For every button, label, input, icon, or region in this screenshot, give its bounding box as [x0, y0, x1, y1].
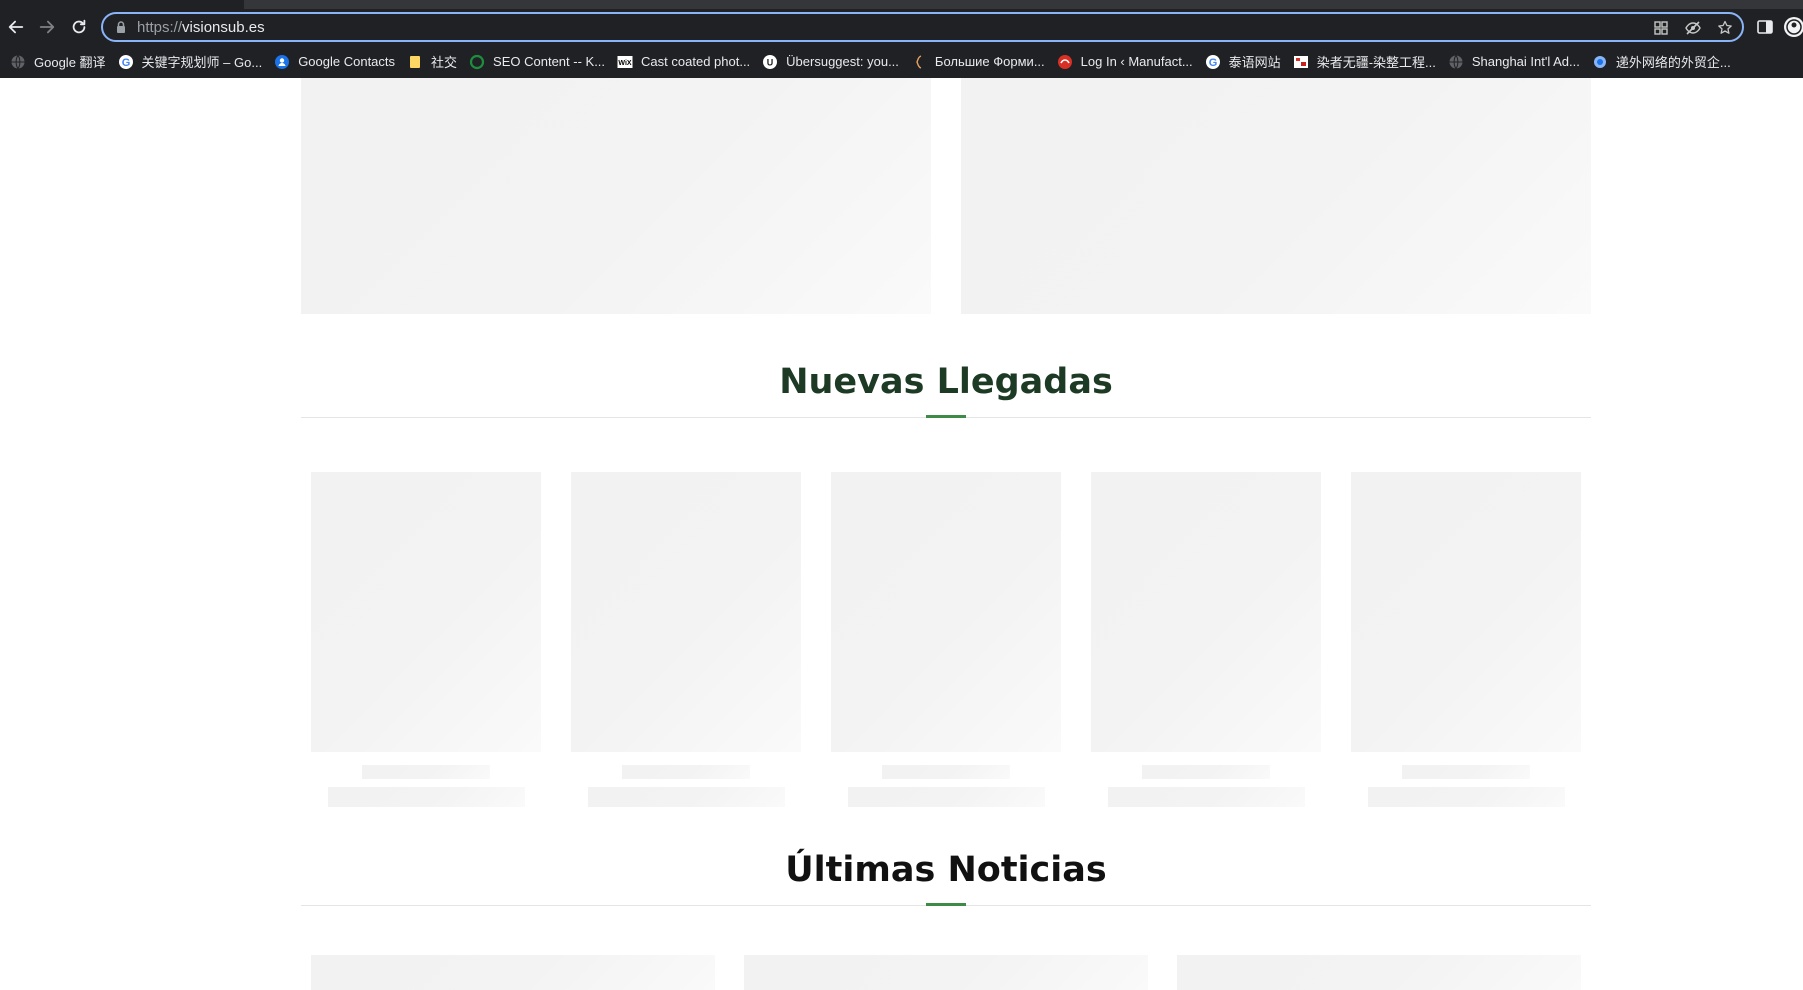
- google-icon: G: [118, 54, 134, 70]
- back-button[interactable]: [6, 17, 26, 37]
- bookmark-label: Cast coated phot...: [641, 54, 751, 69]
- news-card-placeholder[interactable]: [1177, 955, 1581, 990]
- avatar-icon: [1784, 17, 1803, 37]
- bookmark-ubersuggest[interactable]: U Übersuggest: you...: [760, 49, 907, 75]
- banner-placeholder[interactable]: [961, 78, 1591, 314]
- bookmark-foreign-trade[interactable]: 递外网络的外贸企...: [1590, 49, 1739, 75]
- eye-off-icon: [1685, 21, 1701, 35]
- product-card-placeholder[interactable]: [1351, 472, 1581, 812]
- bookmark-label: 染者无疆-染整工程...: [1316, 55, 1436, 70]
- bookmark-label: Google Contacts: [298, 54, 396, 69]
- bookmark-label: Log In ‹ Manufact...: [1080, 54, 1193, 69]
- bookmark-shanghai-intl[interactable]: Shanghai Int'l Ad...: [1446, 49, 1588, 75]
- side-panel-icon: [1757, 20, 1773, 34]
- arrow-right-icon: [39, 20, 55, 34]
- reload-icon: [72, 19, 86, 34]
- shield-globe-icon: [1592, 54, 1608, 70]
- bookmark-cast-coated[interactable]: WiX Cast coated phot...: [615, 49, 758, 75]
- bookmark-google-translate[interactable]: Google 翻译: [8, 49, 114, 75]
- star-icon: [1718, 20, 1732, 34]
- bookmark-label: Google 翻译: [34, 55, 106, 70]
- product-title-placeholder: [882, 765, 1010, 779]
- bookmarks-bar: Google 翻译 G 关键字规划师 – Go... Google Contac…: [0, 45, 1803, 78]
- globe-icon: [10, 54, 26, 70]
- url-text: https://visionsub.es: [137, 19, 265, 36]
- product-title-placeholder: [1402, 765, 1530, 779]
- product-image-placeholder: [311, 472, 541, 752]
- floating-widget-icon[interactable]: [1706, 982, 1803, 990]
- google-icon: G: [1205, 54, 1221, 70]
- news-card-placeholder[interactable]: [744, 955, 1148, 990]
- svg-text:WiX: WiX: [618, 60, 631, 67]
- lock-icon: [117, 21, 125, 33]
- bookmark-dyeing-engineering[interactable]: 染者无疆-染整工程...: [1291, 49, 1444, 75]
- svg-text:G: G: [121, 57, 130, 69]
- manufact-icon: [1057, 54, 1073, 70]
- news-card-placeholder[interactable]: [311, 955, 715, 990]
- product-card-placeholder[interactable]: [311, 472, 541, 812]
- bookmark-google-contacts[interactable]: Google Contacts: [272, 49, 403, 75]
- bookmark-folder-social[interactable]: 社交: [405, 49, 465, 75]
- section-title-latest-news: Últimas Noticias: [785, 850, 1107, 890]
- product-image-placeholder: [1091, 472, 1321, 752]
- product-price-placeholder: [328, 787, 525, 807]
- address-bar[interactable]: https://visionsub.es: [101, 12, 1744, 42]
- browser-chrome: https://visionsub.es Google 翻译 G 关键字规划师 …: [0, 0, 1803, 78]
- folder-icon: [407, 54, 423, 70]
- ring-icon: [469, 54, 485, 70]
- profile-avatar[interactable]: [1783, 16, 1803, 38]
- bookmark-label: SEO Content -- K...: [493, 54, 606, 69]
- section-title-new-arrivals: Nuevas Llegadas: [779, 362, 1113, 402]
- product-price-placeholder: [848, 787, 1045, 807]
- contacts-icon: [274, 54, 290, 70]
- banner-placeholder[interactable]: [301, 78, 931, 314]
- arrow-left-icon: [8, 20, 24, 34]
- bookmark-label: 关键字规划师 – Go...: [141, 55, 263, 70]
- bookmark-login-manufact[interactable]: Log In ‹ Manufact...: [1055, 49, 1201, 75]
- app-grid-icon: [1654, 21, 1668, 35]
- image-icon: [1293, 54, 1309, 70]
- product-title-placeholder: [1142, 765, 1270, 779]
- bookmark-label: Übersuggest: you...: [786, 54, 899, 69]
- product-title-placeholder: [362, 765, 490, 779]
- svg-text:U: U: [767, 57, 774, 67]
- reload-button[interactable]: [69, 17, 89, 37]
- section-accent-bar: [926, 903, 966, 906]
- globe-icon: [1448, 54, 1464, 70]
- bookmark-label: 社交: [431, 55, 458, 70]
- product-image-placeholder: [1351, 472, 1581, 752]
- install-app-button[interactable]: [1652, 19, 1670, 37]
- product-title-placeholder: [622, 765, 750, 779]
- browser-toolbar: https://visionsub.es: [0, 9, 1803, 45]
- bookmark-label: Shanghai Int'l Ad...: [1471, 54, 1580, 69]
- product-price-placeholder: [1108, 787, 1305, 807]
- wix-icon: WiX: [617, 54, 633, 70]
- tracking-protection-button[interactable]: [1684, 19, 1702, 37]
- section-accent-bar: [926, 415, 966, 418]
- product-image-placeholder: [831, 472, 1061, 752]
- side-panel-button[interactable]: [1755, 17, 1775, 37]
- product-card-placeholder[interactable]: [1091, 472, 1321, 812]
- product-price-placeholder: [588, 787, 785, 807]
- product-image-placeholder: [571, 472, 801, 752]
- forward-button[interactable]: [37, 17, 57, 37]
- ubersuggest-icon: U: [762, 54, 778, 70]
- bookmark-star-button[interactable]: [1716, 19, 1734, 37]
- product-price-placeholder: [1368, 787, 1565, 807]
- bookmark-label: 泰语网站: [1228, 55, 1281, 70]
- bookmark-bolshie-formy[interactable]: Большие Форми...: [909, 49, 1053, 75]
- bracket-icon: [911, 54, 927, 70]
- product-card-placeholder[interactable]: [831, 472, 1061, 812]
- product-card-placeholder[interactable]: [571, 472, 801, 812]
- bookmark-keyword-planner[interactable]: G 关键字规划师 – Go...: [116, 49, 271, 75]
- url-scheme: https://: [137, 19, 183, 36]
- bookmark-label: 递外网络的外贸企...: [1615, 55, 1731, 70]
- page-viewport: Nuevas Llegadas Últimas Noticias: [0, 78, 1803, 990]
- bookmark-label: Большие Форми...: [934, 54, 1045, 69]
- bookmark-thai-site[interactable]: G 泰语网站: [1203, 49, 1289, 75]
- url-host: visionsub.es: [182, 19, 265, 36]
- tab-strip: [244, 0, 1803, 9]
- bookmark-seo-content[interactable]: SEO Content -- K...: [467, 49, 613, 75]
- svg-text:G: G: [1208, 57, 1217, 69]
